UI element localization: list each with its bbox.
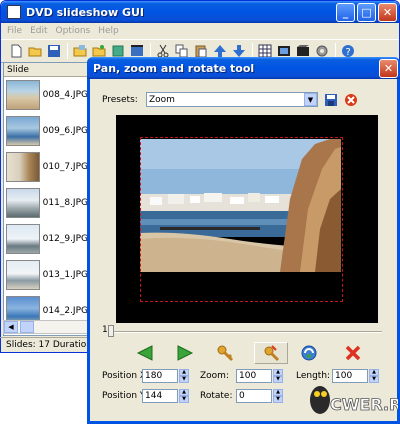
- list-item[interactable]: 013_1.JPG: [4, 257, 88, 293]
- zoom-field: Zoom: ▲▼: [200, 369, 283, 383]
- list-item[interactable]: 012_9.JPG: [4, 221, 88, 257]
- slide-thumbnail: [6, 224, 40, 254]
- refresh-icon[interactable]: [298, 342, 320, 364]
- close-button[interactable]: ✕: [378, 2, 397, 22]
- pan-tool-button[interactable]: [254, 342, 288, 364]
- length-spinner[interactable]: ▲ ▼: [369, 369, 379, 383]
- pan-zoom-dialog: Pan, zoom and rotate tool ✕ Presets: Zoo…: [87, 57, 400, 424]
- menu-file[interactable]: File: [3, 26, 26, 36]
- position-x-field: Position X: ▲▼: [102, 369, 189, 383]
- minimize-button[interactable]: _: [336, 2, 355, 22]
- list-item[interactable]: 009_6.JPG: [4, 113, 88, 149]
- slide-name: 011_8.JPG: [42, 198, 88, 208]
- position-y-field: Position Y: ▲▼: [102, 389, 189, 403]
- chevron-down-icon[interactable]: ▼: [304, 93, 317, 106]
- menu-options[interactable]: Options: [52, 26, 95, 36]
- position-y-label: Position Y:: [102, 391, 148, 401]
- scroll-thumb[interactable]: [20, 321, 34, 333]
- position-x-input[interactable]: [142, 369, 178, 383]
- position-y-spinner[interactable]: ▲ ▼: [179, 389, 189, 403]
- next-arrow-icon[interactable]: [174, 342, 196, 364]
- list-item[interactable]: 010_7.JPG: [4, 149, 88, 185]
- slide-list[interactable]: Slide 008_4.JPG 009_6.JPG 010_7.JPG 011_…: [3, 62, 89, 336]
- action-buttons: [102, 342, 392, 366]
- previous-arrow-icon[interactable]: [134, 342, 156, 364]
- presets-value: Zoom: [149, 94, 175, 105]
- zoom-spinner[interactable]: ▲ ▼: [273, 369, 283, 383]
- presets-label: Presets:: [102, 94, 138, 105]
- delete-icon[interactable]: [342, 342, 364, 364]
- zoom-input[interactable]: [236, 369, 272, 383]
- slide-name: 009_6.JPG: [42, 126, 88, 136]
- main-title: DVD slideshow GUI: [26, 5, 145, 19]
- list-item[interactable]: 008_4.JPG: [4, 77, 88, 113]
- slide-thumbnail: [6, 188, 40, 218]
- app-icon: [7, 5, 21, 19]
- main-title-bar[interactable]: DVD slideshow GUI _ □ ✕: [1, 1, 399, 23]
- slide-name: 008_4.JPG: [42, 90, 88, 100]
- key-icon[interactable]: [214, 342, 236, 364]
- preview-canvas[interactable]: [116, 115, 378, 323]
- slide-thumbnail: [6, 152, 40, 182]
- slide-thumbnail: [6, 80, 40, 110]
- position-y-input[interactable]: [142, 389, 178, 403]
- save-icon[interactable]: [45, 43, 62, 60]
- toolbar-separator: [67, 43, 68, 59]
- dialog-title-bar[interactable]: Pan, zoom and rotate tool ✕: [87, 57, 400, 79]
- rotate-spinner[interactable]: ▲ ▼: [273, 389, 283, 403]
- watermark-logo: CWER.RU: [306, 382, 400, 420]
- dialog-title: Pan, zoom and rotate tool: [93, 61, 255, 75]
- slide-list-scrollbar[interactable]: ◀: [3, 320, 89, 334]
- presets-row: Presets: Zoom ▼: [102, 92, 358, 107]
- add-images-icon[interactable]: [71, 43, 88, 60]
- slider-track[interactable]: [112, 331, 382, 333]
- delete-preset-icon[interactable]: [344, 93, 358, 107]
- dialog-close-button[interactable]: ✕: [379, 58, 398, 78]
- slide-thumbnail: [6, 116, 40, 146]
- rotate-field: Rotate: ▲▼: [200, 389, 283, 403]
- save-preset-icon[interactable]: [324, 93, 338, 107]
- menu-bar: File Edit Options Help: [1, 23, 399, 39]
- timeline-slider[interactable]: 1: [102, 325, 382, 337]
- length-label: Length:: [296, 371, 331, 381]
- position-x-label: Position X:: [102, 371, 150, 381]
- slide-name: 013_1.JPG: [42, 270, 88, 280]
- position-x-spinner[interactable]: ▲ ▼: [179, 369, 189, 383]
- length-field: Length: ▲▼: [296, 369, 379, 383]
- zoom-selection-frame[interactable]: [140, 137, 343, 302]
- slide-name: 012_9.JPG: [42, 234, 88, 244]
- svg-text:CWER.RU: CWER.RU: [330, 395, 398, 414]
- slide-name: 014_2.JPG: [42, 306, 88, 316]
- menu-help[interactable]: Help: [94, 26, 123, 36]
- presets-select[interactable]: Zoom ▼: [146, 92, 318, 107]
- slider-label: 1: [102, 325, 108, 335]
- length-input[interactable]: [332, 369, 368, 383]
- zoom-label: Zoom:: [200, 371, 229, 381]
- slider-knob[interactable]: [108, 325, 114, 337]
- slide-thumbnail: [6, 260, 40, 290]
- rotate-label: Rotate:: [200, 391, 233, 401]
- slide-list-header[interactable]: Slide: [4, 63, 88, 77]
- new-icon[interactable]: [7, 43, 24, 60]
- open-folder-icon[interactable]: [26, 43, 43, 60]
- menu-edit[interactable]: Edit: [26, 26, 51, 36]
- scroll-left-icon[interactable]: ◀: [4, 321, 18, 333]
- slide-name: 010_7.JPG: [42, 162, 88, 172]
- maximize-button[interactable]: □: [357, 2, 376, 22]
- rotate-input[interactable]: [236, 389, 272, 403]
- list-item[interactable]: 011_8.JPG: [4, 185, 88, 221]
